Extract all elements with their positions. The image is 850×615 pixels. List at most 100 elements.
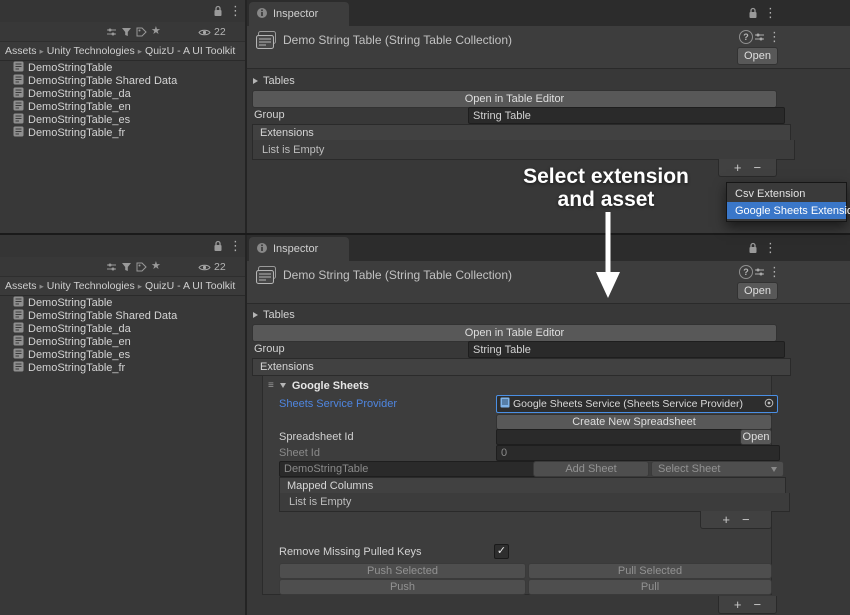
list-item[interactable]: DemoStringTable_en — [0, 335, 245, 348]
breadcrumb-assets[interactable]: Assets — [5, 45, 37, 57]
kebab-menu-icon[interactable]: ⋮ — [768, 265, 781, 278]
open-button[interactable]: Open — [737, 47, 778, 65]
foldout-open-triangle-icon — [280, 383, 286, 388]
remove-column-button[interactable]: − — [742, 513, 750, 526]
filter-by-label-icon[interactable] — [136, 27, 147, 40]
open-in-table-editor-button[interactable]: Open in Table Editor — [252, 324, 777, 342]
breadcrumb-unity-technologies[interactable]: Unity Technologies — [47, 280, 135, 292]
string-table-asset-icon — [13, 126, 24, 140]
project-panel-top: ⋮ ★ 22 Assets ▸ Unity Technologies ▸ Qui… — [0, 0, 245, 233]
group-field[interactable]: String Table — [468, 341, 785, 358]
asset-name: DemoStringTable_fr — [28, 127, 125, 139]
breadcrumb-current-folder[interactable]: QuizU - A UI Toolkit — [145, 45, 235, 57]
string-table-asset-icon — [13, 74, 24, 88]
hidden-packages-eye-icon[interactable] — [198, 263, 211, 275]
extension-title: Google Sheets — [292, 380, 369, 392]
list-item[interactable]: DemoStringTable — [0, 296, 245, 309]
sheets-service-provider-label[interactable]: Sheets Service Provider — [279, 398, 397, 410]
tables-foldout[interactable]: Tables — [253, 74, 295, 88]
presets-icon[interactable] — [754, 267, 765, 280]
menu-item-csv-extension[interactable]: Csv Extension — [727, 185, 846, 202]
group-value: String Table — [473, 344, 531, 356]
string-table-collection-icon — [255, 30, 277, 53]
add-column-button[interactable]: + — [722, 513, 730, 526]
kebab-menu-icon[interactable]: ⋮ — [764, 241, 777, 254]
string-table-asset-icon — [13, 322, 24, 336]
object-picker-icon[interactable] — [764, 398, 774, 411]
favorites-star-icon[interactable]: ★ — [151, 26, 161, 37]
foldout-triangle-icon — [253, 312, 258, 318]
extension-header[interactable]: ≡ Google Sheets — [268, 378, 369, 393]
create-new-spreadsheet-button[interactable]: Create New Spreadsheet — [496, 414, 772, 430]
open-button[interactable]: Open — [737, 282, 778, 300]
lock-icon[interactable] — [748, 7, 758, 22]
group-field[interactable]: String Table — [468, 107, 785, 124]
spreadsheet-id-field[interactable] — [496, 429, 746, 445]
help-icon[interactable]: ? — [739, 265, 753, 279]
foldout-triangle-icon — [253, 78, 258, 84]
asset-name: DemoStringTable_da — [28, 88, 131, 100]
kebab-menu-icon[interactable]: ⋮ — [764, 6, 777, 19]
tab-inspector[interactable]: Inspector — [249, 2, 349, 26]
list-item[interactable]: DemoStringTable Shared Data — [0, 74, 245, 87]
tables-foldout[interactable]: Tables — [253, 308, 295, 322]
filter-by-type-icon[interactable] — [121, 27, 132, 40]
breadcrumb-unity-technologies[interactable]: Unity Technologies — [47, 45, 135, 57]
breadcrumb-separator-icon: ▸ — [40, 281, 44, 292]
lock-icon[interactable] — [748, 242, 758, 257]
sheets-service-provider-field[interactable]: Google Sheets Service (Sheets Service Pr… — [496, 395, 778, 413]
add-extension-button[interactable]: + — [734, 598, 742, 611]
breadcrumb-current-folder[interactable]: QuizU - A UI Toolkit — [145, 280, 235, 292]
sliders-icon[interactable] — [106, 27, 117, 40]
group-label: Group — [254, 109, 285, 121]
presets-icon[interactable] — [754, 32, 765, 45]
project-topbar: ⋮ — [0, 235, 245, 257]
tab-bar: Inspector ⋮ — [247, 0, 850, 26]
list-empty-label: List is Empty — [289, 496, 351, 508]
spreadsheet-open-button[interactable]: Open — [740, 429, 772, 445]
list-item[interactable]: DemoStringTable_en — [0, 100, 245, 113]
inspector-header: Demo String Table (String Table Collecti… — [247, 261, 850, 304]
list-item[interactable]: DemoStringTable_fr — [0, 361, 245, 374]
lock-icon[interactable] — [213, 5, 223, 20]
drag-handle-icon[interactable]: ≡ — [268, 381, 274, 391]
breadcrumb: Assets ▸ Unity Technologies ▸ QuizU - A … — [0, 41, 245, 61]
asset-name: DemoStringTable_en — [28, 336, 131, 348]
hidden-packages-eye-icon[interactable] — [198, 28, 211, 40]
sheets-service-asset-icon — [500, 397, 510, 411]
pull-selected-button: Pull Selected — [528, 563, 772, 579]
asset-name: DemoStringTable_da — [28, 323, 131, 335]
tab-inspector[interactable]: Inspector — [249, 237, 349, 261]
chevron-down-icon — [771, 467, 777, 472]
list-item[interactable]: DemoStringTable_da — [0, 322, 245, 335]
filter-by-type-icon[interactable] — [121, 262, 132, 275]
breadcrumb-assets[interactable]: Assets — [5, 280, 37, 292]
breadcrumb-separator-icon: ▸ — [138, 46, 142, 57]
open-in-table-editor-button[interactable]: Open in Table Editor — [252, 90, 777, 108]
list-item[interactable]: DemoStringTable_es — [0, 113, 245, 126]
remove-missing-pulled-keys-label: Remove Missing Pulled Keys — [279, 546, 421, 558]
list-item[interactable]: DemoStringTable_fr — [0, 126, 245, 139]
spreadsheet-id-label: Spreadsheet Id — [279, 431, 354, 443]
list-item[interactable]: DemoStringTable_da — [0, 87, 245, 100]
lock-icon[interactable] — [213, 240, 223, 255]
remove-missing-pulled-keys-checkbox[interactable]: ✓ — [494, 544, 509, 559]
asset-name: DemoStringTable Shared Data — [28, 310, 177, 322]
filter-by-label-icon[interactable] — [136, 262, 147, 275]
kebab-menu-icon[interactable]: ⋮ — [229, 239, 242, 252]
menu-item-google-sheets-extension[interactable]: Google Sheets Extension — [727, 202, 846, 219]
favorites-star-icon[interactable]: ★ — [151, 261, 161, 272]
hidden-packages-count: 22 — [214, 26, 226, 38]
help-icon[interactable]: ? — [739, 30, 753, 44]
kebab-menu-icon[interactable]: ⋮ — [229, 4, 242, 17]
string-table-asset-icon — [13, 309, 24, 323]
sliders-icon[interactable] — [106, 262, 117, 275]
list-item[interactable]: DemoStringTable Shared Data — [0, 309, 245, 322]
remove-extension-button[interactable]: − — [754, 598, 762, 611]
kebab-menu-icon[interactable]: ⋮ — [768, 30, 781, 43]
add-sheet-button: Add Sheet — [533, 461, 649, 477]
list-item[interactable]: DemoStringTable_es — [0, 348, 245, 361]
unity-editor: ⋮ ★ 22 Assets ▸ Unity Technologies ▸ Qui… — [0, 0, 850, 615]
list-item[interactable]: DemoStringTable — [0, 61, 245, 74]
asset-name: DemoStringTable — [28, 297, 112, 309]
